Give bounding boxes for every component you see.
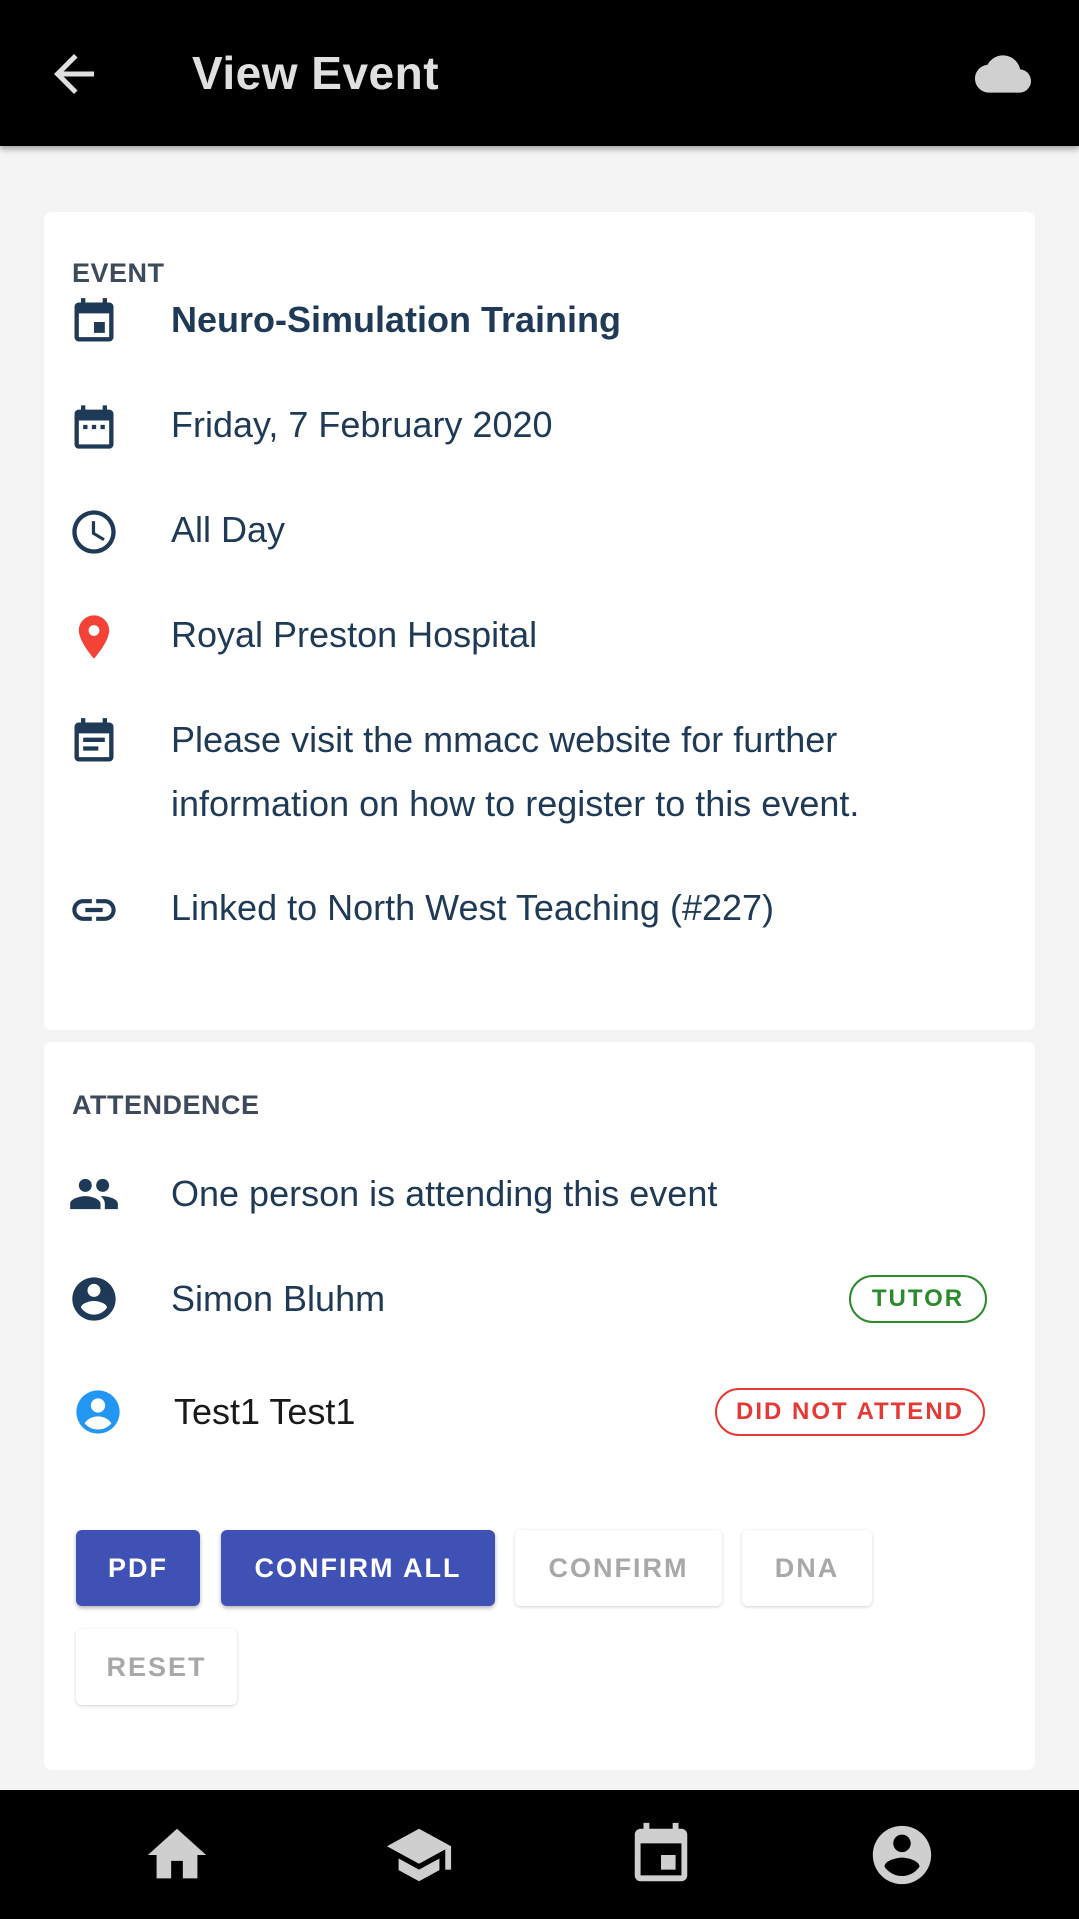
event-description-line-2: information on how to register to this e… <box>171 783 860 824</box>
account-circle-icon <box>72 1277 116 1321</box>
attendee-name: Test1 Test1 <box>174 1391 356 1432</box>
event-date: Friday, 7 February 2020 <box>171 404 553 445</box>
event-location-row: Royal Preston Hospital <box>44 585 1035 685</box>
calendar-icon <box>74 405 114 449</box>
clock-icon <box>72 510 116 554</box>
status-badge-did-not-attend: DID NOT ATTEND <box>715 1388 985 1436</box>
school-icon[interactable] <box>384 1820 454 1890</box>
event-linked-text[interactable]: Linked to North West Teaching (#227) <box>171 876 774 940</box>
cloud-icon[interactable] <box>968 46 1038 102</box>
page-title: View Event <box>192 47 440 99</box>
event-linked-row[interactable]: Linked to North West Teaching (#227) <box>44 858 1035 958</box>
home-icon[interactable] <box>142 1820 212 1890</box>
people-icon <box>70 1178 118 1210</box>
pdf-button[interactable]: PDF <box>76 1530 200 1606</box>
event-time-row: All Day <box>44 480 1035 580</box>
event-note-icon <box>74 718 114 762</box>
bottom-navigation <box>0 1790 1079 1919</box>
attendance-summary-row: One person is attending this event <box>44 1144 1035 1244</box>
attendee-name: Simon Bluhm <box>171 1278 386 1319</box>
attendance-summary: One person is attending this event <box>171 1173 718 1214</box>
event-title-row: Neuro-Simulation Training <box>44 270 1035 370</box>
event-date-row: Friday, 7 February 2020 <box>44 375 1035 475</box>
event-card: EVENT Neuro-Simulation Training Friday, … <box>44 212 1035 1030</box>
attendance-section-label: ATTENDENCE <box>72 1090 260 1120</box>
event-icon <box>74 298 114 342</box>
confirm-button[interactable]: CONFIRM <box>515 1530 722 1606</box>
confirm-all-button[interactable]: CONFIRM ALL <box>221 1530 495 1606</box>
event-title: Neuro-Simulation Training <box>171 299 622 340</box>
attendee-row[interactable]: Test1 Test1 DID NOT ATTEND <box>44 1362 1035 1462</box>
event-location: Royal Preston Hospital <box>171 614 538 655</box>
event-time: All Day <box>171 509 286 550</box>
reset-button[interactable]: RESET <box>76 1629 237 1705</box>
account-icon[interactable] <box>867 1820 937 1890</box>
link-icon <box>72 899 116 921</box>
app-bar: View Event <box>0 0 1079 146</box>
event-icon[interactable] <box>626 1820 696 1890</box>
event-description-row: Please visit the mmacc website for furth… <box>44 690 1035 830</box>
arrow-back-icon[interactable] <box>44 44 104 104</box>
attendance-card: ATTENDENCE One person is attending this … <box>44 1042 1035 1770</box>
event-description-line-1: Please visit the mmacc website for furth… <box>171 719 838 760</box>
dna-button[interactable]: DNA <box>742 1530 872 1606</box>
status-badge-tutor: TUTOR <box>849 1275 987 1323</box>
attendee-row[interactable]: Simon Bluhm TUTOR <box>44 1249 1035 1349</box>
location-pin-icon <box>78 615 110 659</box>
account-circle-icon <box>76 1390 120 1434</box>
